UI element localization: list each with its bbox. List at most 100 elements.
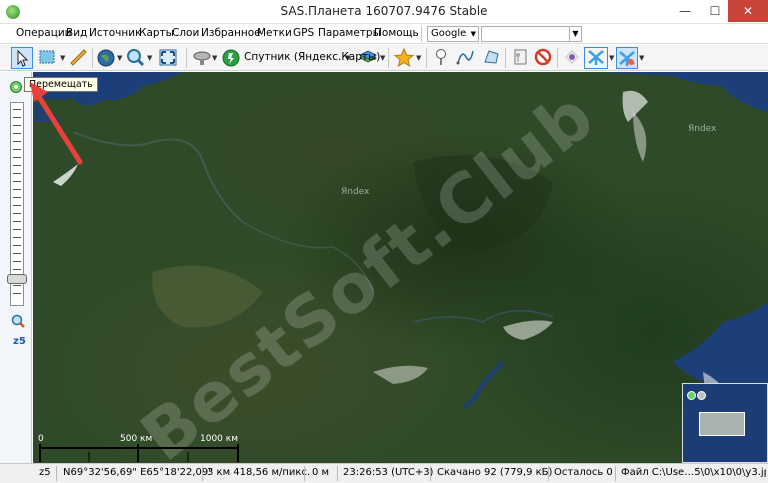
- scale-bar: 0 500 км 1000 км: [38, 434, 248, 462]
- chevron-down-icon[interactable]: ▼: [380, 54, 385, 62]
- toolbar-separator: [426, 48, 427, 68]
- overview-minimap[interactable]: [682, 383, 768, 463]
- ruler-button[interactable]: [68, 47, 88, 69]
- annotation-arrow-icon: [30, 82, 83, 165]
- satellite-dish-button[interactable]: [192, 47, 212, 69]
- menu-favorites[interactable]: Избранное: [201, 27, 261, 39]
- zoom-button[interactable]: [125, 47, 145, 69]
- minimize-button[interactable]: —: [670, 0, 700, 22]
- gps-connect-button[interactable]: [562, 47, 582, 69]
- status-file-path: Файл C:\Use…5\0\x10\0\y3.jpg: [621, 467, 766, 478]
- zoom-ruler-tick: [13, 197, 21, 198]
- marks-list-icon: [514, 49, 527, 65]
- zoom-ruler-tick: [13, 149, 21, 150]
- chevron-down-icon[interactable]: ▼: [60, 54, 65, 62]
- map-source-label[interactable]: Спутник (Яндекс.Карты): [244, 51, 380, 63]
- menu-view[interactable]: Вид: [66, 27, 87, 39]
- gps-satellite-icon: [565, 50, 579, 64]
- select-rect-icon: [39, 50, 55, 64]
- zoom-ruler-tick: [13, 221, 21, 222]
- menu-settings[interactable]: Параметры: [318, 27, 381, 39]
- menu-maps[interactable]: Карты: [139, 27, 174, 39]
- chevron-down-icon[interactable]: ▼: [147, 54, 152, 62]
- status-resolution: 3 км 418,56 м/пикс.: [207, 467, 311, 478]
- zoom-ruler-tick: [13, 213, 21, 214]
- zoom-in-icon[interactable]: [9, 80, 23, 94]
- window-title: SAS.Планета 160707.9476 Stable: [280, 4, 488, 18]
- status-bar: z5 N69°32'56,69" E65°18'22,09" 3 км 418,…: [0, 463, 768, 483]
- menu-separator: [421, 26, 422, 42]
- zoom-ruler-tick: [13, 253, 21, 254]
- satellite-dish-icon: [193, 51, 211, 65]
- provider-mark: Яndex: [341, 187, 370, 197]
- zoom-ruler-tick: [13, 133, 21, 134]
- menu-layers[interactable]: Слои: [172, 27, 199, 39]
- zoom-ruler-tick: [13, 245, 21, 246]
- close-button[interactable]: ✕: [728, 0, 768, 22]
- toolbar-separator: [388, 48, 389, 68]
- menu-bar: Операции Вид Источник Карты Слои Избранн…: [0, 24, 768, 44]
- gps-center-button[interactable]: [616, 47, 638, 69]
- zoom-ruler-tick: [13, 117, 21, 118]
- zoom-ruler-tick: [13, 237, 21, 238]
- move-tool-button[interactable]: [11, 47, 33, 69]
- status-coordinates: N69°32'56,69" E65°18'22,09": [63, 467, 213, 478]
- zoom-ruler-tick: [13, 205, 21, 206]
- chevron-down-icon: ▼: [470, 30, 476, 38]
- provider-mark: Яndex: [688, 124, 717, 134]
- minimap-zoom-in-icon[interactable]: [687, 391, 696, 400]
- chevron-down-icon[interactable]: ▼: [212, 54, 217, 62]
- globe-button[interactable]: [96, 47, 116, 69]
- zoom-ruler-tick: [13, 181, 21, 182]
- zoom-ruler-tick: [13, 173, 21, 174]
- status-time: 23:26:53 (UTC+3): [343, 467, 434, 478]
- chevron-down-icon[interactable]: ▼: [609, 54, 614, 62]
- zoom-ruler-tick: [13, 125, 21, 126]
- zoom-out-icon[interactable]: [11, 314, 25, 328]
- add-path-button[interactable]: [455, 47, 475, 69]
- status-remaining: Осталось 0: [554, 467, 613, 478]
- chevron-down-icon[interactable]: ▼: [416, 54, 421, 62]
- minimap-zoom-out-icon[interactable]: [697, 391, 706, 400]
- source-indicator[interactable]: [221, 47, 241, 69]
- chevron-down-icon[interactable]: ▼: [117, 54, 122, 62]
- add-polygon-button[interactable]: [481, 47, 501, 69]
- search-provider-select[interactable]: Google ▼: [427, 26, 479, 42]
- marks-manager-button[interactable]: [510, 47, 530, 69]
- add-placemark-button[interactable]: [431, 47, 451, 69]
- polygon-icon: [484, 50, 499, 64]
- pin-icon: [436, 49, 446, 65]
- menu-gps[interactable]: GPS: [293, 27, 314, 39]
- toolbar-separator: [186, 48, 187, 68]
- maximize-button[interactable]: ☐: [700, 0, 730, 22]
- path-icon: [456, 50, 474, 65]
- magnifier-icon: [127, 49, 145, 67]
- globe-icon: [97, 49, 115, 67]
- menu-operations[interactable]: Операции: [16, 27, 71, 39]
- menu-help[interactable]: Помощь: [374, 27, 419, 39]
- status-separator: [548, 466, 549, 481]
- hide-marks-button[interactable]: [533, 47, 553, 69]
- zoom-slider-handle[interactable]: [7, 274, 27, 284]
- select-area-button[interactable]: [37, 47, 59, 69]
- favorites-button[interactable]: [393, 47, 415, 69]
- zoom-ruler-tick: [13, 293, 21, 294]
- zoom-ruler-tick: [13, 269, 21, 270]
- menu-marks[interactable]: Метки: [257, 27, 292, 39]
- no-entry-icon: [534, 48, 552, 66]
- zoom-ruler-tick: [13, 157, 21, 158]
- toolbar-separator: [92, 48, 93, 68]
- zoom-ruler-tick: [13, 109, 21, 110]
- search-dropdown-icon[interactable]: ▼: [569, 27, 581, 41]
- online-source-icon: [222, 49, 240, 67]
- fullscreen-button[interactable]: [157, 47, 179, 69]
- chevron-down-icon[interactable]: ▼: [639, 54, 644, 62]
- search-input[interactable]: ▼: [481, 26, 582, 42]
- star-icon: [393, 47, 415, 68]
- zoom-ruler-tick: [13, 285, 21, 286]
- map-viewport[interactable]: BestSoft.Club Яndex Яndex 0 500 км 1000 …: [33, 72, 768, 463]
- minimap-view-frame[interactable]: [699, 412, 745, 436]
- menu-source[interactable]: Источник: [89, 27, 141, 39]
- toolbar-separator: [505, 48, 506, 68]
- status-altitude: 0 м: [312, 467, 330, 478]
